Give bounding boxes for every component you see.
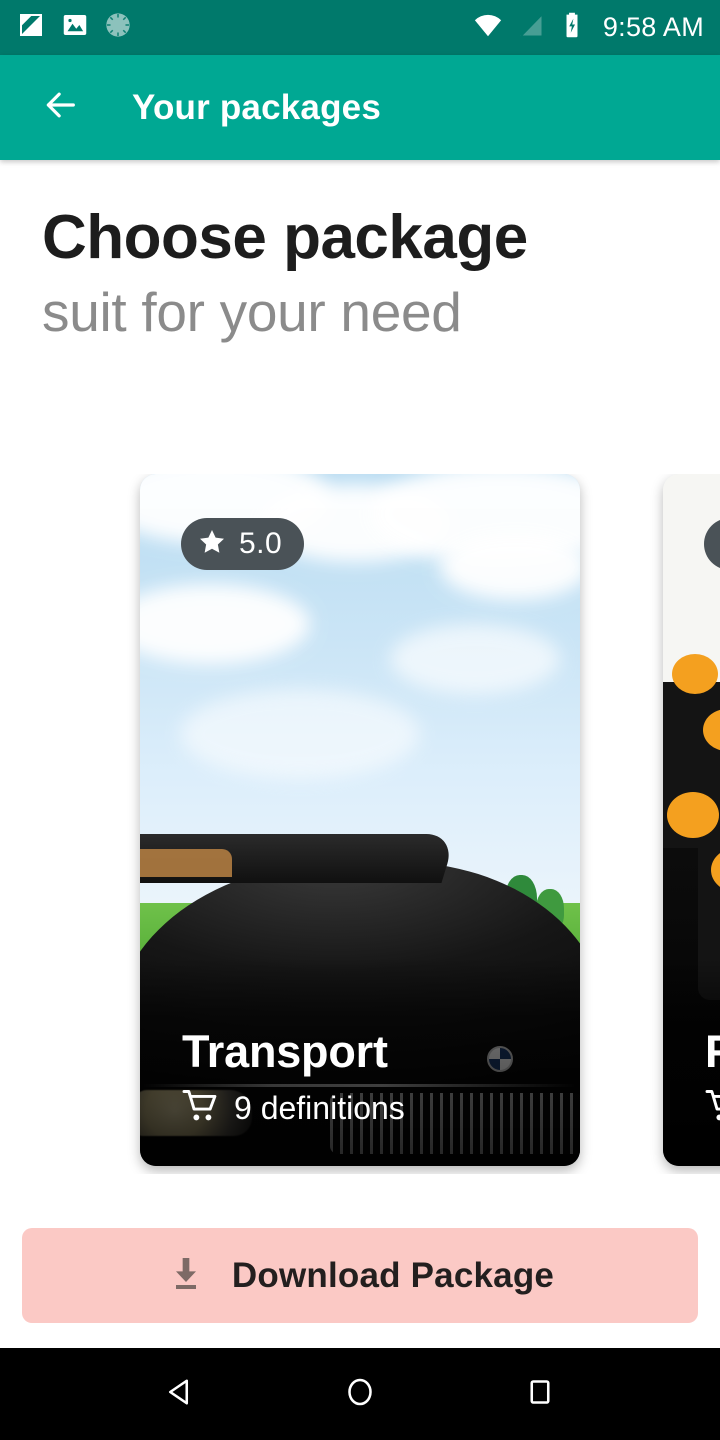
download-package-label: Download Package bbox=[231, 1255, 555, 1295]
arrow-left-icon bbox=[40, 85, 80, 130]
package-card-food[interactable]: F bbox=[663, 474, 720, 1166]
rating-value: 5.0 bbox=[239, 527, 283, 560]
status-bar-clock: 9:58 AM bbox=[602, 12, 704, 42]
card-title: F bbox=[705, 1025, 720, 1077]
app-bar: Your packages bbox=[0, 55, 720, 160]
page-title: Choose package bbox=[42, 203, 528, 272]
card-meta: 9 definitions bbox=[182, 1089, 538, 1128]
star-icon bbox=[197, 527, 227, 562]
back-button[interactable] bbox=[36, 84, 84, 132]
image-icon bbox=[60, 10, 90, 45]
package-card-transport[interactable]: 5.0 Transport 9 definitions bbox=[140, 474, 580, 1166]
nav-back-button[interactable] bbox=[145, 1359, 215, 1429]
circle-icon bbox=[342, 1374, 378, 1415]
square-icon bbox=[522, 1374, 558, 1415]
wifi-icon bbox=[473, 10, 503, 45]
status-bar-notification-icons bbox=[16, 10, 132, 45]
android-navigation-bar bbox=[0, 1348, 720, 1440]
page-heading-block: Choose package suit for your need bbox=[42, 203, 702, 344]
no-sim-signal-icon bbox=[517, 11, 545, 44]
battery-charging-icon bbox=[559, 11, 585, 44]
card-meta-text: 9 definitions bbox=[234, 1090, 405, 1126]
shopping-cart-icon bbox=[182, 1089, 220, 1128]
download-package-button[interactable]: Download Package bbox=[22, 1228, 698, 1323]
status-bar: 9:58 AM bbox=[0, 0, 720, 55]
app-bar-title: Your packages bbox=[132, 87, 382, 127]
card-info-transport: Transport 9 definitions bbox=[140, 957, 580, 1166]
card-meta bbox=[705, 1089, 720, 1128]
page-subtitle: suit for your need bbox=[42, 280, 462, 343]
package-carousel[interactable]: 5.0 Transport 9 definitions F bbox=[0, 474, 720, 1174]
shopping-cart-icon bbox=[705, 1089, 720, 1128]
triangle-left-icon bbox=[162, 1374, 198, 1415]
rating-badge[interactable]: 5.0 bbox=[181, 518, 305, 570]
nav-home-button[interactable] bbox=[325, 1359, 395, 1429]
nav-recents-button[interactable] bbox=[505, 1359, 575, 1429]
status-bar-system-icons: 9:58 AM bbox=[473, 10, 704, 45]
download-icon bbox=[166, 1253, 206, 1298]
sync-progress-icon bbox=[104, 11, 132, 44]
card-info-food: F bbox=[663, 957, 720, 1166]
screenshot-icon bbox=[16, 10, 46, 45]
card-title: Transport bbox=[182, 1025, 388, 1077]
